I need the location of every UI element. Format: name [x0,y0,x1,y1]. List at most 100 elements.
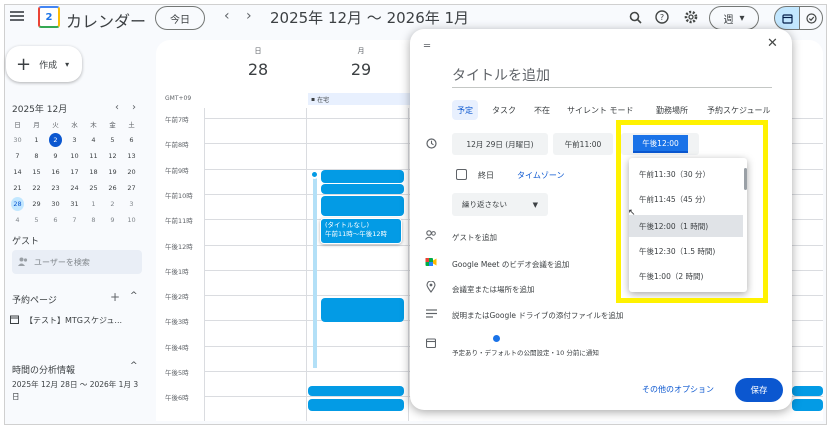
calendar-color-dot[interactable] [493,335,500,342]
chevron-up-icon[interactable]: ^ [130,361,138,371]
mini-day[interactable]: 9 [46,149,65,163]
save-button[interactable]: 保存 [735,378,783,402]
close-icon[interactable]: ✕ [767,36,778,51]
mini-day[interactable]: 8 [84,213,103,227]
event-title-input[interactable] [452,64,772,88]
mini-day[interactable]: 9 [103,213,122,227]
mini-day[interactable]: 30 [46,197,65,211]
mini-day[interactable]: 11 [84,149,103,163]
user-search-input[interactable]: ユーザーを検索 [12,250,142,274]
date-chip[interactable]: 12月 29日 (月曜日) [452,133,548,155]
mini-weekday-header: 日 [14,121,21,129]
mini-day[interactable]: 10 [65,149,84,163]
mini-day[interactable]: 24 [65,181,84,195]
mini-day[interactable]: 19 [103,165,122,179]
mini-day[interactable]: 2 [49,133,62,147]
mini-day[interactable]: 30 [8,133,27,147]
mini-day[interactable]: 3 [122,197,141,211]
repeat-label: 繰り返さない [462,200,507,209]
event-block[interactable] [321,184,404,194]
mini-day[interactable]: 6 [122,133,141,147]
event-block[interactable] [321,298,404,322]
mini-day[interactable]: 8 [27,149,46,163]
tasks-view-icon[interactable] [799,6,823,30]
allday-event[interactable]: ▪ 在宅 [308,93,418,105]
booking-item[interactable]: 【テスト】MTGスケジュ... [10,315,122,326]
timezone-link[interactable]: タイムゾーン [517,170,564,181]
mini-day[interactable]: 29 [27,197,46,211]
mini-day[interactable]: 10 [122,213,141,227]
mini-day[interactable]: 31 [65,197,84,211]
mini-day[interactable]: 21 [8,181,27,195]
mini-day[interactable]: 7 [8,149,27,163]
mini-day[interactable]: 26 [103,181,122,195]
mini-day[interactable]: 18 [84,165,103,179]
day-header-mon[interactable]: 月 29 [331,46,391,79]
event-type-tab[interactable]: タスク [487,100,521,120]
mini-day[interactable]: 4 [8,213,27,227]
create-button[interactable]: + 作成 ▾ [6,46,82,82]
mini-day[interactable]: 27 [122,181,141,195]
mini-day[interactable]: 3 [65,133,84,147]
drag-handle-icon[interactable]: ═ [424,41,430,52]
mini-day[interactable]: 5 [103,133,122,147]
event-block[interactable] [308,386,404,396]
mini-day[interactable]: 20 [122,165,141,179]
event-type-tab[interactable]: 勤務場所 [651,100,693,120]
mini-day[interactable]: 1 [27,133,46,147]
mini-day[interactable]: 1 [84,197,103,211]
mini-day[interactable]: 23 [46,181,65,195]
mini-day[interactable]: 6 [46,213,65,227]
event-type-tab[interactable]: 予約スケジュール [702,100,775,120]
mini-day[interactable]: 28 [11,197,24,211]
mini-day[interactable]: 4 [84,133,103,147]
mini-day[interactable]: 12 [103,149,122,163]
day-header-sun[interactable]: 日 28 [228,46,288,79]
settings-icon[interactable] [682,8,700,26]
mini-day[interactable]: 16 [46,165,65,179]
mini-next-icon[interactable]: › [132,102,136,113]
event-block[interactable] [321,170,404,183]
mini-day[interactable]: 13 [122,149,141,163]
next-week-icon[interactable]: › [246,8,252,24]
add-guests[interactable]: ゲストを追加 [452,232,497,243]
mini-day[interactable]: 15 [27,165,46,179]
column-divider [306,108,307,421]
search-icon[interactable] [626,8,644,26]
event-block[interactable] [321,196,404,216]
add-room-location[interactable]: 会議室または場所を追加 [452,284,535,295]
prev-week-icon[interactable]: ‹ [224,8,230,24]
mini-prev-icon[interactable]: ‹ [115,102,119,113]
today-button[interactable]: 今日 [155,6,205,30]
mini-day[interactable]: 14 [8,165,27,179]
menu-icon[interactable] [10,9,28,27]
mini-day[interactable]: 2 [103,197,122,211]
mini-day[interactable]: 5 [27,213,46,227]
mini-day[interactable]: 25 [84,181,103,195]
add-meet-link[interactable]: Google Meet のビデオ会議を追加 [452,259,569,270]
help-icon[interactable]: ? [653,8,671,26]
chevron-up-icon[interactable]: ^ [130,291,138,301]
event-type-tab[interactable]: 予定 [452,100,478,120]
visibility-settings[interactable]: 予定あり・デフォルトの公開設定・10 分前に通知 [452,347,599,357]
calendar-view-icon[interactable] [774,6,800,30]
more-options-link[interactable]: その他のオプション [642,384,714,395]
repeat-dropdown[interactable]: 繰り返さない ▼ [452,193,548,216]
view-select[interactable]: 週 ▾ [709,6,759,30]
add-description[interactable]: 説明またはGoogle ドライブの添付ファイルを追加 [452,310,623,321]
event-block[interactable] [792,399,823,411]
event-block[interactable] [308,399,404,411]
allday-checkbox[interactable] [456,169,467,180]
mini-day[interactable]: 22 [27,181,46,195]
mini-day[interactable]: 17 [65,165,84,179]
event-type-tab[interactable]: 不在 [529,100,555,120]
guest-section-label: ゲスト [12,237,40,247]
time-label: 午後6時 [165,394,189,403]
new-event-block[interactable]: (タイトルなし) 午前11時〜午後12時 [320,218,402,244]
event-block[interactable] [792,386,823,396]
add-booking-icon[interactable]: + [110,290,120,304]
mini-day[interactable]: 7 [65,213,84,227]
start-time-chip[interactable]: 午前11:00 [553,133,613,155]
event-type-tab[interactable]: サイレント モード [562,100,639,120]
chevron-down-icon: ▾ [65,59,70,69]
